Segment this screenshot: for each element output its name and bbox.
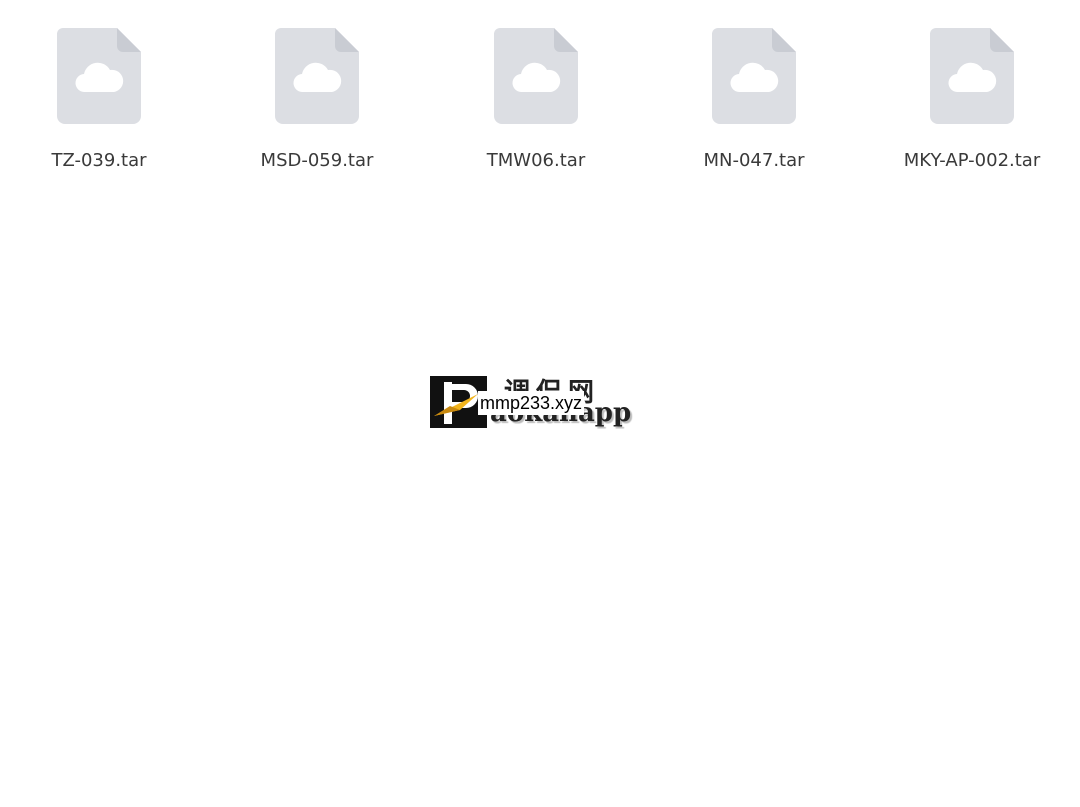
file-name: MSD-059.tar [260, 150, 374, 171]
file-item-mky-ap-002[interactable]: MKY-AP-002.tar [887, 26, 1057, 186]
file-item-msd-059[interactable]: MSD-059.tar [232, 26, 402, 186]
file-name: TMW06.tar [486, 150, 586, 171]
watermark-url-badge: mmp233.xyz [478, 391, 585, 415]
file-name: TZ-039.tar [51, 150, 147, 171]
file-item-tz-039[interactable]: TZ-039.tar [14, 26, 184, 186]
watermark: 调侃网 aokanapp mmp233.xyz [430, 376, 645, 430]
file-grid: TZ-039.tar MSD-059.tar TMW06.tar MN-047.… [0, 0, 1080, 200]
cloud-file-icon [712, 28, 796, 124]
file-name: MN-047.tar [703, 150, 805, 171]
cloud-file-icon [275, 28, 359, 124]
file-name: MKY-AP-002.tar [903, 150, 1041, 171]
file-item-tmw06[interactable]: TMW06.tar [451, 26, 621, 186]
cloud-file-icon [494, 28, 578, 124]
cloud-file-icon [57, 28, 141, 124]
file-item-mn-047[interactable]: MN-047.tar [669, 26, 839, 186]
cloud-file-icon [930, 28, 1014, 124]
